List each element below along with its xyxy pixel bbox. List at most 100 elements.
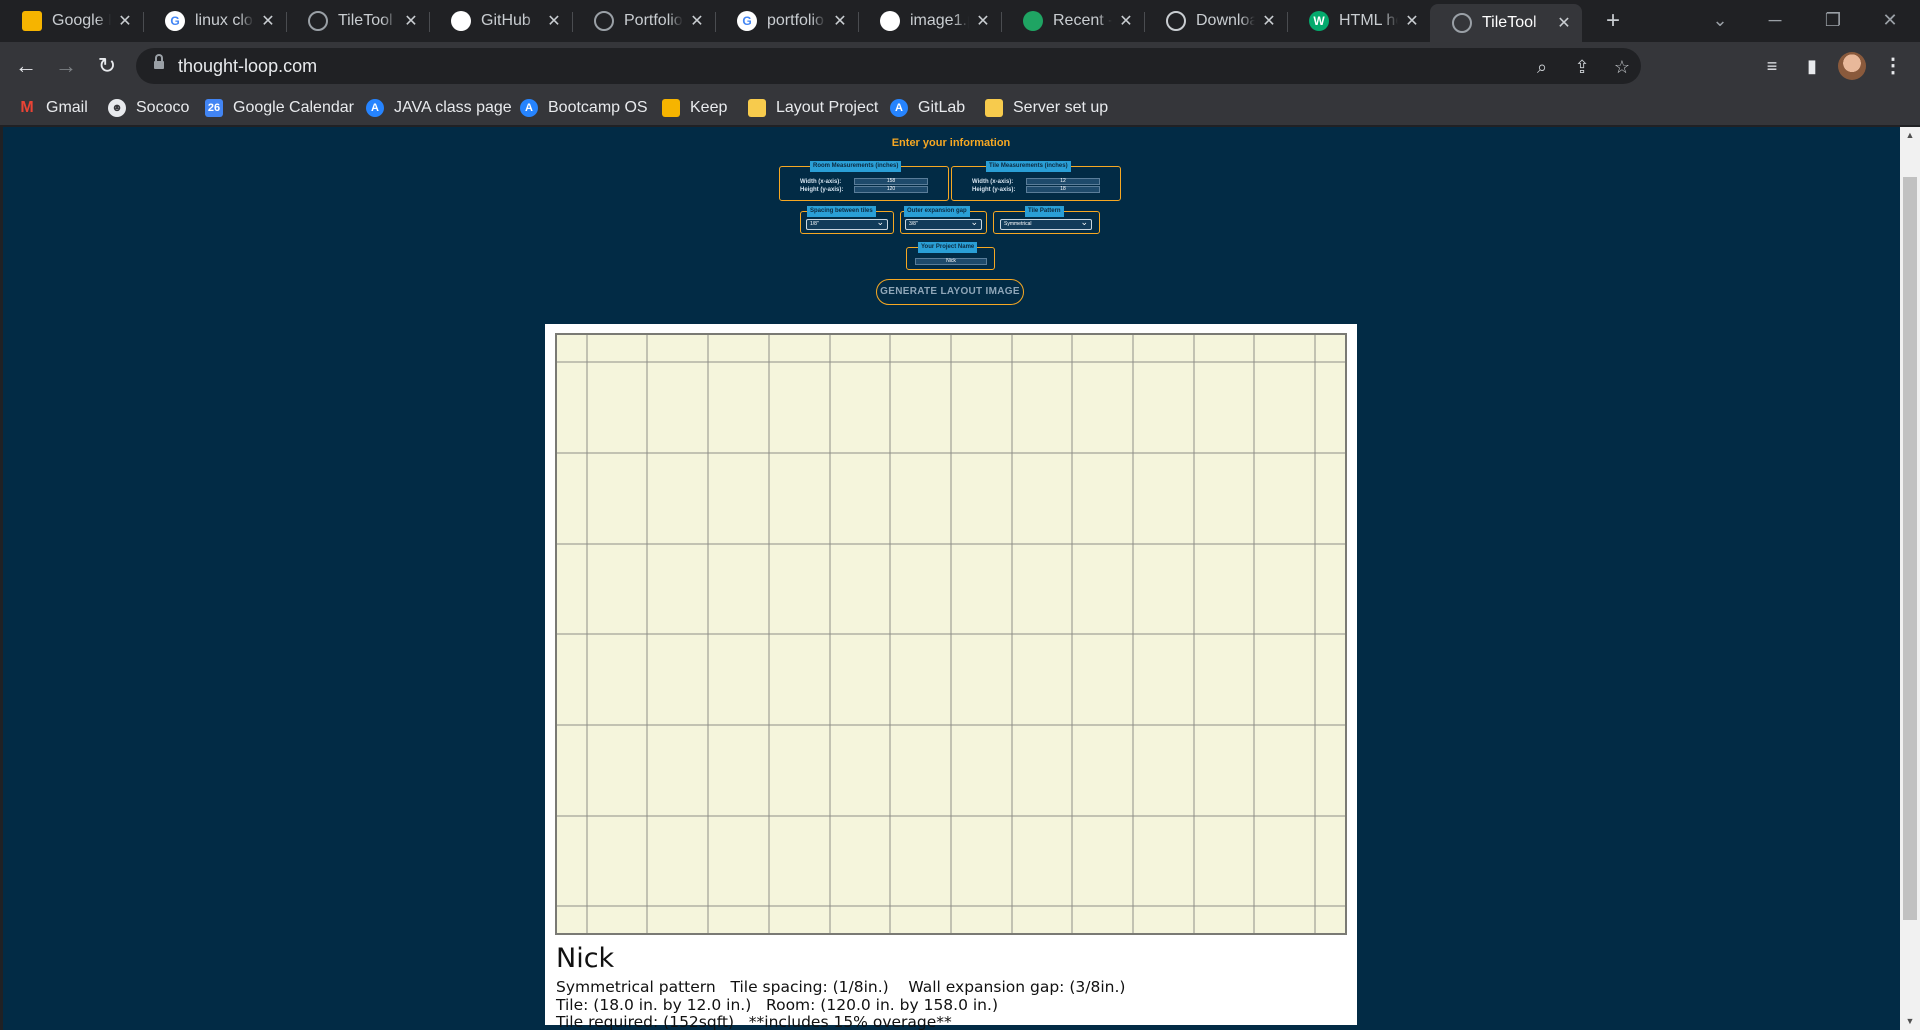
tab-10[interactable]: TileTool ✕ [1430,4,1582,42]
side-panel-icon[interactable]: ▮ [1796,50,1828,82]
bookmark-item[interactable]: A Bootcamp OS [520,96,648,120]
form-title: Enter your information [891,137,1011,149]
project-name-input[interactable]: Nick [915,258,987,265]
expansion-gap-select[interactable]: 3/8" ⌄ [905,217,982,230]
zoom-icon[interactable]: ⌕ [1529,54,1555,80]
tab-separator [429,12,430,32]
reload-icon[interactable]: ↻ [91,50,123,82]
sococo-icon: ☻ [108,99,126,117]
reading-list-icon[interactable]: ≡ [1756,50,1788,82]
back-arrow-icon[interactable]: ← [10,50,42,82]
scroll-up-arrow-icon[interactable]: ▲ [1900,127,1920,144]
tab-title: GitHub [481,12,531,29]
tab-5[interactable]: Gportfolio ✕ [715,6,858,36]
bookmark-item[interactable]: M Gmail [18,96,87,120]
bookmark-item[interactable]: Server set up [985,96,1108,120]
new-tab-plus-icon[interactable]: + [1600,8,1626,34]
tab-separator [1001,12,1002,32]
close-icon[interactable]: ✕ [1404,11,1420,31]
scroll-down-arrow-icon[interactable]: ▼ [1900,1013,1920,1030]
tile-width-input[interactable]: 12 [1026,178,1100,185]
room-height-input[interactable]: 120 [854,186,928,193]
gmail-icon: M [20,99,34,116]
bookmark-item[interactable]: A JAVA class page [366,96,512,120]
tab-separator [1144,12,1145,32]
bookmark-item[interactable]: ☻ Sococo [108,96,189,120]
google-icon: G [165,11,185,31]
forward-arrow-icon[interactable]: → [50,50,82,82]
close-icon[interactable]: ✕ [117,11,133,31]
bookmark-label: JAVA class page [394,99,512,116]
expansion-gap-legend: Outer expansion gap [904,206,970,217]
tab-4[interactable]: Portfolio ✕ [572,6,715,36]
bookmark-star-icon[interactable]: ☆ [1609,54,1635,80]
google-drive-icon [1023,11,1043,31]
google-keep-icon [22,11,42,31]
lock-icon[interactable] [154,54,164,71]
bookmark-label: Keep [690,99,728,116]
address-bar[interactable]: thought-loop.com ⌕ ⇪ ☆ [136,48,1641,84]
chevron-down-icon: ⌄ [970,217,978,227]
tab-search-chevron-icon[interactable]: ⌄ [1705,6,1735,34]
minimize-icon[interactable]: ─ [1760,6,1790,34]
bookmark-item[interactable]: A GitLab [890,96,965,120]
project-name-group: Your Project Name Nick [906,242,995,270]
tab-separator [143,12,144,32]
restore-icon[interactable]: ❐ [1818,6,1848,34]
tile-width-label: Width (x-axis): [972,179,1014,185]
page-content: Enter your information Room Measurements… [3,127,1900,1030]
globe-icon [1452,13,1472,33]
close-icon[interactable]: ✕ [975,11,991,31]
folder-icon [985,99,1003,117]
tile-pattern-select[interactable]: Symmetrical ⌄ [1000,217,1092,230]
bookmark-item[interactable]: 26 Google Calendar [205,96,354,120]
close-icon[interactable]: ✕ [1118,11,1134,31]
close-icon[interactable]: ✕ [260,11,276,31]
tab-strip: Google K✕Glinux clos✕TileTool✕GitHub✕Por… [0,0,1920,42]
close-icon[interactable]: ✕ [689,11,705,31]
close-icon[interactable]: ✕ [1261,11,1277,31]
layout-tile-required-info: Tile required: (152sqft) **includes 15% … [556,1013,952,1030]
tile-pattern-group: Tile Pattern Symmetrical ⌄ [993,206,1100,234]
tab-6[interactable]: image1.p ✕ [858,6,1001,36]
tab-3[interactable]: GitHub ✕ [429,6,572,36]
tile-height-input[interactable]: 18 [1026,186,1100,193]
tile-measurements-legend: Tile Measurements (inches) [986,161,1071,172]
avatar[interactable] [1838,52,1866,80]
tab-8[interactable]: Downloa ✕ [1144,6,1287,36]
page-scrollbar[interactable]: ▲ ▼ [1900,127,1920,1030]
image-icon [880,11,900,31]
menu-icon[interactable]: ⋮ [1883,50,1903,82]
scroll-thumb[interactable] [1903,177,1917,920]
bookmark-label: Server set up [1013,99,1109,116]
google-calendar-icon: 26 [205,99,223,117]
room-width-label: Width (x-axis): [800,179,842,185]
generate-layout-button[interactable]: GENERATE LAYOUT IMAGE [876,279,1024,305]
tab-separator [715,12,716,32]
close-icon[interactable]: ✕ [1556,13,1572,33]
close-icon[interactable]: ✕ [403,11,419,31]
bookmark-label: Google Calendar [233,99,354,116]
tab-7[interactable]: Recent - ✕ [1001,6,1144,36]
tab-separator [858,12,859,32]
spacing-select[interactable]: 1/8" ⌄ [806,218,888,230]
tile-layout-grid [555,333,1347,935]
tab-0[interactable]: Google K ✕ [0,6,143,36]
tab-2[interactable]: TileTool ✕ [286,6,429,36]
bookmark-item[interactable]: Keep [662,96,727,120]
bookmark-label: Sococo [136,99,190,116]
room-width-input[interactable]: 158 [854,178,928,185]
tab-title: Google K [52,12,111,29]
tab-separator [286,12,287,32]
url-text[interactable]: thought-loop.com [178,56,317,77]
tab-separator [1287,12,1288,32]
close-icon[interactable]: ✕ [832,11,848,31]
bookmark-item[interactable]: Layout Project [748,96,878,120]
window-close-icon[interactable]: ✕ [1875,6,1905,34]
share-icon[interactable]: ⇪ [1569,54,1595,80]
tab-9[interactable]: W HTML he ✕ [1287,6,1430,36]
tab-1[interactable]: Glinux clos ✕ [143,6,286,36]
close-icon[interactable]: ✕ [546,11,562,31]
chevron-down-icon: ⌄ [1080,217,1088,227]
layout-image: Nick Symmetrical pattern Tile spacing: (… [545,324,1357,1030]
